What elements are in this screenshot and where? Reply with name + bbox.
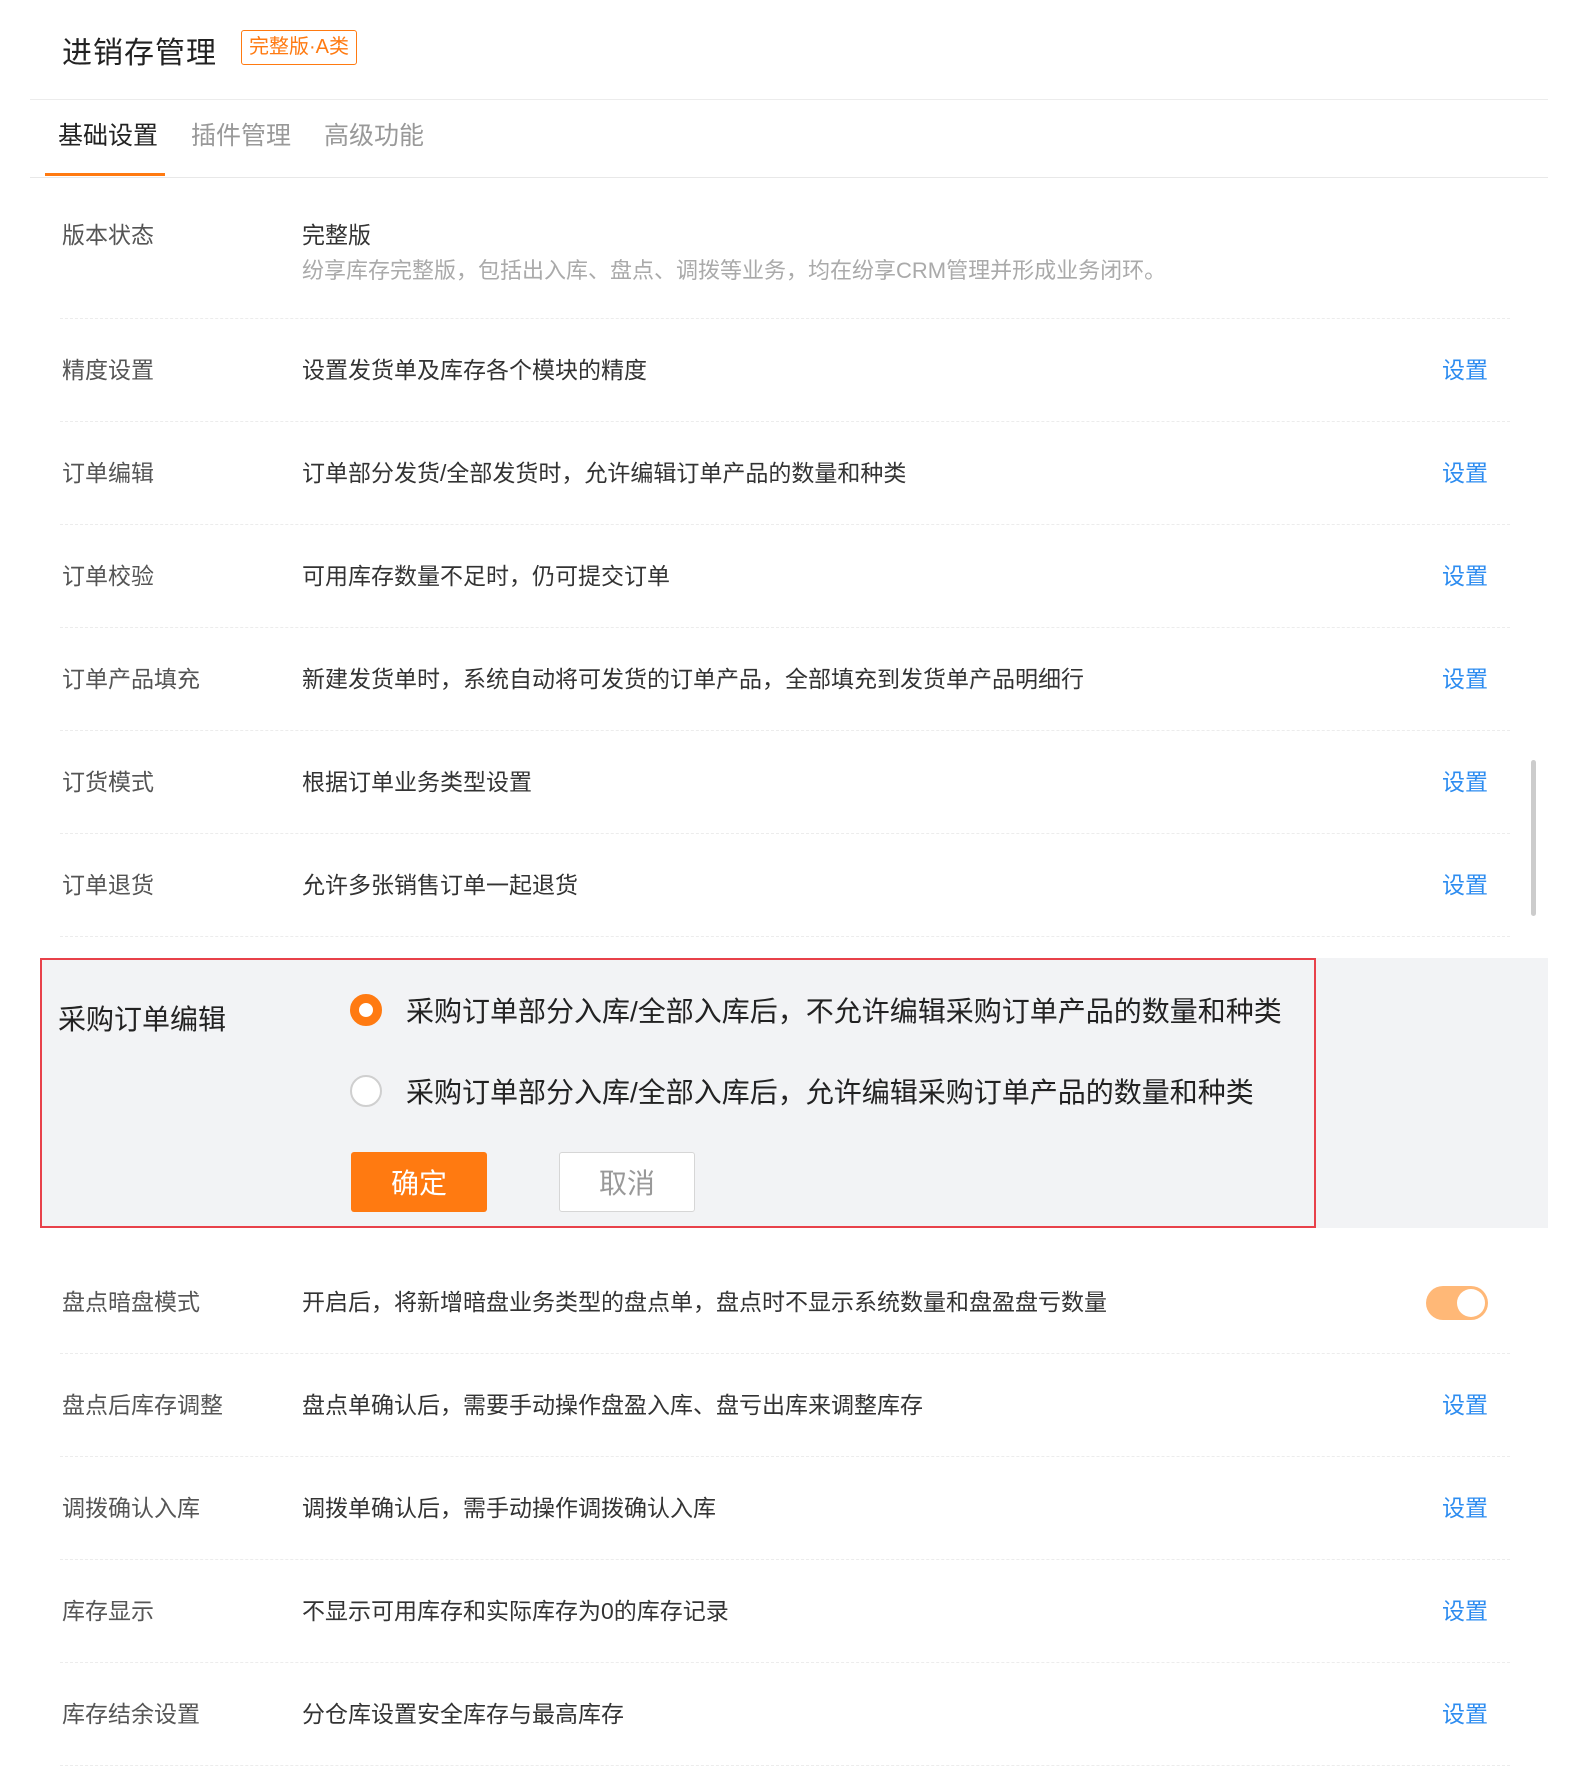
row-label: 订单编辑 <box>62 460 154 486</box>
row-description: 可用库存数量不足时，仍可提交订单 <box>302 563 670 589</box>
settings-link[interactable]: 设置 <box>1442 628 1488 731</box>
setting-row-ordering-mode: 订货模式 根据订单业务类型设置 设置 <box>60 731 1510 834</box>
setting-row-order-validation: 订单校验 可用库存数量不足时，仍可提交订单 设置 <box>60 525 1510 628</box>
row-label: 订单校验 <box>62 563 154 589</box>
edition-badge: 完整版·A类 <box>241 30 357 65</box>
settings-page: 进销存管理 完整版·A类 基础设置 插件管理 高级功能 版本状态 完整版 纷享库… <box>0 0 1586 1774</box>
row-description: 调拨单确认后，需手动操作调拨确认入库 <box>302 1495 716 1521</box>
tab-basic-settings[interactable]: 基础设置 <box>58 100 158 178</box>
cancel-button[interactable]: 取消 <box>559 1152 695 1212</box>
row-description: 不显示可用库存和实际库存为0的库存记录 <box>302 1598 729 1624</box>
app-title: 进销存管理 <box>62 37 217 70</box>
version-status-row: 版本状态 完整版 纷享库存完整版，包括出入库、盘点、调拨等业务，均在纷享CRM管… <box>60 178 1510 319</box>
radio-checked-icon[interactable] <box>350 994 382 1026</box>
settings-link[interactable]: 设置 <box>1442 1663 1488 1766</box>
setting-row-stock-display: 库存显示 不显示可用库存和实际库存为0的库存记录 设置 <box>60 1560 1510 1663</box>
setting-row-precision: 精度设置 设置发货单及库存各个模块的精度 设置 <box>60 319 1510 422</box>
page-header: 进销存管理 完整版·A类 <box>30 0 1548 100</box>
settings-link[interactable]: 设置 <box>1442 319 1488 422</box>
row-label: 精度设置 <box>62 357 154 383</box>
version-value: 完整版 <box>302 222 371 248</box>
version-description: 纷享库存完整版，包括出入库、盘点、调拨等业务，均在纷享CRM管理并形成业务闭环。 <box>302 258 1167 283</box>
row-description: 根据订单业务类型设置 <box>302 769 532 795</box>
row-description: 盘点单确认后，需要手动操作盘盈入库、盘亏出库来调整库存 <box>302 1392 923 1418</box>
row-description: 设置发货单及库存各个模块的精度 <box>302 357 647 383</box>
tab-bar: 基础设置 插件管理 高级功能 <box>30 100 1548 178</box>
radio-option-disallow-edit[interactable]: 采购订单部分入库/全部入库后，不允许编辑采购订单产品的数量和种类 <box>350 990 1282 1030</box>
radio-option-allow-edit[interactable]: 采购订单部分入库/全部入库后，允许编辑采购订单产品的数量和种类 <box>350 1071 1254 1111</box>
blind-count-toggle[interactable] <box>1426 1286 1488 1320</box>
setting-row-order-return: 订单退货 允许多张销售订单一起退货 设置 <box>60 834 1510 937</box>
row-description: 分仓库设置安全库存与最高库存 <box>302 1701 624 1727</box>
row-description: 开启后，将新增暗盘业务类型的盘点单，盘点时不显示系统数量和盘盈盘亏数量 <box>302 1289 1107 1315</box>
setting-row-blind-count: 盘点暗盘模式 开启后，将新增暗盘业务类型的盘点单，盘点时不显示系统数量和盘盈盘亏… <box>60 1251 1510 1354</box>
settings-link[interactable]: 设置 <box>1442 422 1488 525</box>
settings-link[interactable]: 设置 <box>1442 731 1488 834</box>
radio-unchecked-icon[interactable] <box>350 1075 382 1107</box>
row-label: 调拨确认入库 <box>62 1495 200 1521</box>
purchase-order-edit-label: 采购订单编辑 <box>58 1004 227 1035</box>
tab-advanced-features[interactable]: 高级功能 <box>324 100 424 178</box>
settings-link[interactable]: 设置 <box>1442 525 1488 628</box>
row-label: 版本状态 <box>62 222 154 248</box>
row-label: 订单退货 <box>62 872 154 898</box>
setting-row-transfer-confirm: 调拨确认入库 调拨单确认后，需手动操作调拨确认入库 设置 <box>60 1457 1510 1560</box>
row-label: 库存显示 <box>62 1598 154 1624</box>
row-description: 允许多张销售订单一起退货 <box>302 872 578 898</box>
row-label: 盘点后库存调整 <box>62 1392 223 1418</box>
row-label: 盘点暗盘模式 <box>62 1289 200 1315</box>
row-description: 订单部分发货/全部发货时，允许编辑订单产品的数量和种类 <box>302 460 907 486</box>
settings-link[interactable]: 设置 <box>1442 1560 1488 1663</box>
row-description: 新建发货单时，系统自动将可发货的订单产品，全部填充到发货单产品明细行 <box>302 666 1084 692</box>
settings-link[interactable]: 设置 <box>1442 834 1488 937</box>
row-label: 订单产品填充 <box>62 666 200 692</box>
row-label: 订货模式 <box>62 769 154 795</box>
row-label: 库存结余设置 <box>62 1701 200 1727</box>
toggle-knob <box>1457 1289 1485 1317</box>
radio-option-label: 采购订单部分入库/全部入库后，不允许编辑采购订单产品的数量和种类 <box>406 996 1282 1027</box>
setting-row-order-product-fill: 订单产品填充 新建发货单时，系统自动将可发货的订单产品，全部填充到发货单产品明细… <box>60 628 1510 731</box>
setting-row-stock-balance: 库存结余设置 分仓库设置安全库存与最高库存 设置 <box>60 1663 1510 1766</box>
settings-link[interactable]: 设置 <box>1442 1457 1488 1560</box>
tab-plugin-management[interactable]: 插件管理 <box>191 100 291 178</box>
active-tab-indicator <box>45 173 165 176</box>
radio-option-label: 采购订单部分入库/全部入库后，允许编辑采购订单产品的数量和种类 <box>406 1077 1254 1108</box>
vertical-scrollbar[interactable] <box>1531 760 1536 916</box>
confirm-button[interactable]: 确定 <box>351 1152 487 1212</box>
setting-row-order-edit: 订单编辑 订单部分发货/全部发货时，允许编辑订单产品的数量和种类 设置 <box>60 422 1510 525</box>
settings-link[interactable]: 设置 <box>1442 1354 1488 1457</box>
setting-row-post-count-adjust: 盘点后库存调整 盘点单确认后，需要手动操作盘盈入库、盘亏出库来调整库存 设置 <box>60 1354 1510 1457</box>
